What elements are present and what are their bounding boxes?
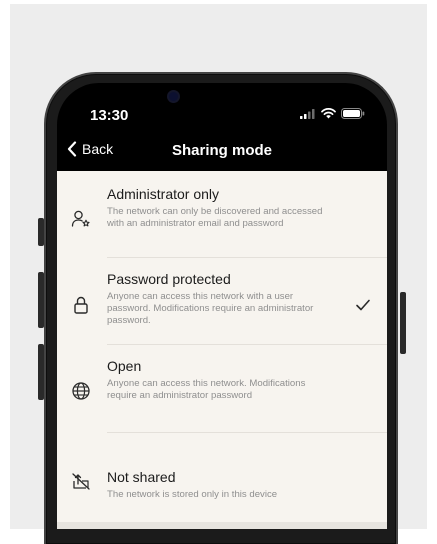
- lock-icon: [74, 296, 88, 314]
- option-description: The network can only be discovered and a…: [107, 206, 323, 229]
- option-description: Anyone can access this network with a us…: [107, 291, 314, 326]
- status-time: 13:30: [90, 107, 129, 124]
- phone-power-button: [400, 292, 406, 354]
- sharing-mode-list: Administrator only The network can only …: [57, 171, 387, 529]
- not-shared-icon: [72, 473, 90, 490]
- option-administrator-only[interactable]: Administrator only The network can only …: [57, 171, 387, 258]
- bottom-strip: [57, 522, 387, 529]
- phone-volume-up-button: [38, 272, 44, 328]
- option-title: Password protected: [107, 271, 231, 287]
- option-title: Administrator only: [107, 186, 220, 202]
- checkmark-icon: [356, 299, 370, 311]
- phone-volume-down-button: [38, 344, 44, 400]
- front-camera: [169, 92, 178, 101]
- battery-icon: [341, 108, 365, 119]
- admin-user-icon: [71, 210, 90, 227]
- option-password-protected[interactable]: Password protected Anyone can access thi…: [57, 258, 387, 345]
- option-description: The network is stored only in this devic…: [107, 489, 278, 500]
- status-bar: 13:30: [57, 105, 387, 129]
- option-open[interactable]: Open Anyone can access this network. Mod…: [57, 345, 387, 433]
- option-title: Not shared: [107, 469, 176, 485]
- phone-screen: 13:30 Back Sharing mode Administrator on…: [57, 83, 387, 529]
- globe-icon: [72, 382, 90, 400]
- option-description: Anyone can access this network. Modifica…: [107, 378, 306, 401]
- page-title: Sharing mode: [171, 142, 272, 159]
- navigation-bar: Back Sharing mode: [57, 141, 387, 165]
- option-title: Open: [107, 358, 142, 374]
- phone-mute-switch: [38, 218, 44, 246]
- option-not-shared[interactable]: Not shared The network is stored only in…: [57, 433, 387, 513]
- wifi-icon: [321, 108, 336, 119]
- cellular-signal-icon: [300, 108, 315, 119]
- status-icons: [300, 108, 365, 119]
